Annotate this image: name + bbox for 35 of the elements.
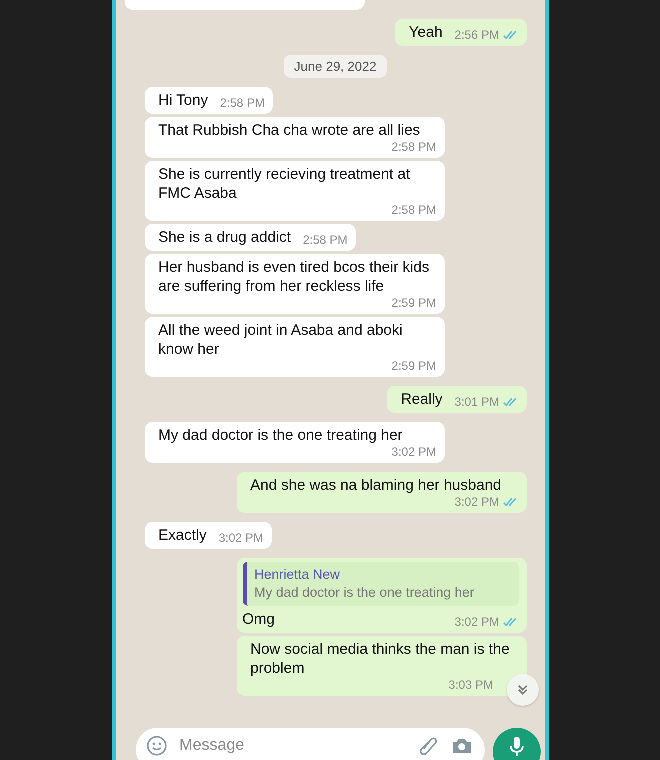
message-time: 3:01 PM bbox=[454, 395, 500, 409]
message-text: Exactly bbox=[158, 526, 207, 545]
message-text: She is a drug addict bbox=[158, 228, 292, 247]
message-text: Omg bbox=[242, 610, 276, 629]
double-chevron-icon[interactable] bbox=[516, 683, 530, 697]
message-time: 3:02 PM bbox=[218, 531, 264, 545]
message-text: That Rubbish Cha cha wrote are all lies bbox=[158, 121, 420, 140]
message-time: 2:56 PM bbox=[454, 28, 500, 42]
message-time: 3:03 PM bbox=[448, 678, 494, 692]
message-text: Her husband is even tired bcos their kids are suffering from her reckless life bbox=[158, 258, 430, 296]
microphone-icon[interactable] bbox=[508, 736, 526, 758]
message-input[interactable]: Message bbox=[136, 728, 484, 760]
message-time: 3:02 PM bbox=[454, 495, 500, 509]
message-field[interactable]: Message bbox=[180, 735, 404, 757]
message-text: My dad doctor is the one treating her bbox=[158, 426, 403, 445]
message-text: Yeah bbox=[409, 23, 443, 42]
message-time: 2:58 PM bbox=[392, 203, 436, 217]
message-text: Hi Tony bbox=[158, 91, 208, 110]
message-time: 2:58 PM bbox=[392, 140, 436, 154]
message-time: 2:59 PM bbox=[392, 296, 436, 310]
message-text: Now social media thinks the man is the problem bbox=[250, 640, 511, 678]
quoted-text: My dad doctor is the one treating her bbox=[254, 584, 476, 602]
message-time: 3:02 PM bbox=[392, 445, 436, 459]
date-chip: June 29, 2022 bbox=[284, 55, 387, 78]
message-time: 2:58 PM bbox=[220, 96, 265, 110]
message-text: And she was na blaming her husband bbox=[250, 476, 502, 495]
quoted-sender: Henrietta New bbox=[254, 566, 342, 584]
message-text: Really bbox=[401, 390, 443, 409]
message-time: 3:02 PM bbox=[454, 615, 500, 629]
message-time: 2:59 PM bbox=[392, 359, 436, 373]
message-text: All the weed joint in Asaba and aboki know her bbox=[158, 321, 404, 359]
emoji-icon[interactable] bbox=[146, 735, 168, 757]
message-text: She is currently recieving treatment at FMC Asaba bbox=[158, 165, 412, 203]
scroll-down-button[interactable] bbox=[506, 674, 538, 706]
message-time: 2:58 PM bbox=[303, 233, 348, 247]
